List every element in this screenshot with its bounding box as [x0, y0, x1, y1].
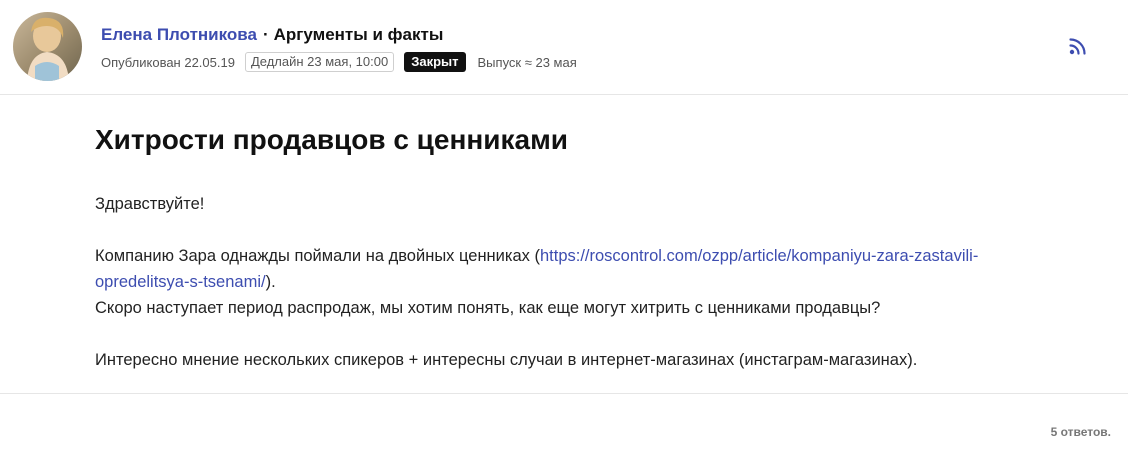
author-line: Елена Плотникова · Аргументы и факты [101, 24, 443, 46]
outlet-name[interactable]: Аргументы и факты [274, 25, 444, 44]
status-badge: Закрыт [404, 52, 466, 72]
paragraph-1-end: ). [265, 273, 276, 291]
release-date: Выпуск ≈ 23 мая [477, 54, 577, 70]
deadline-badge: Дедлайн 23 мая, 10:00 [244, 52, 395, 72]
post-content: Хитрости продавцов с ценниками Здравству… [95, 122, 1025, 373]
author-name[interactable]: Елена Плотникова [101, 25, 257, 44]
published-date: Опубликован 22.05.19 [101, 54, 235, 70]
greeting: Здравствуйте! [95, 195, 205, 213]
paragraph-1-start: Компанию Зара однажды поймали на двойных… [95, 247, 540, 265]
rss-icon[interactable] [1068, 36, 1088, 56]
post-body: Здравствуйте! Компанию Зара однажды пойм… [95, 191, 1025, 373]
separator: · [262, 25, 269, 44]
avatar[interactable] [13, 12, 82, 81]
post-meta: Опубликован 22.05.19 Дедлайн 23 мая, 10:… [101, 52, 577, 72]
paragraph-1: Компанию Зара однажды поймали на двойных… [95, 243, 1025, 295]
post-title: Хитрости продавцов с ценниками [95, 124, 569, 155]
divider [0, 393, 1128, 394]
paragraph-2: Скоро наступает период распродаж, мы хот… [95, 299, 881, 317]
paragraph-3: Интересно мнение нескольких спикеров + и… [95, 351, 918, 369]
post-header: Елена Плотникова · Аргументы и факты Опубл… [0, 0, 1128, 95]
avatar-image [13, 12, 82, 81]
answers-count[interactable]: 5 ответов. [1051, 425, 1111, 439]
